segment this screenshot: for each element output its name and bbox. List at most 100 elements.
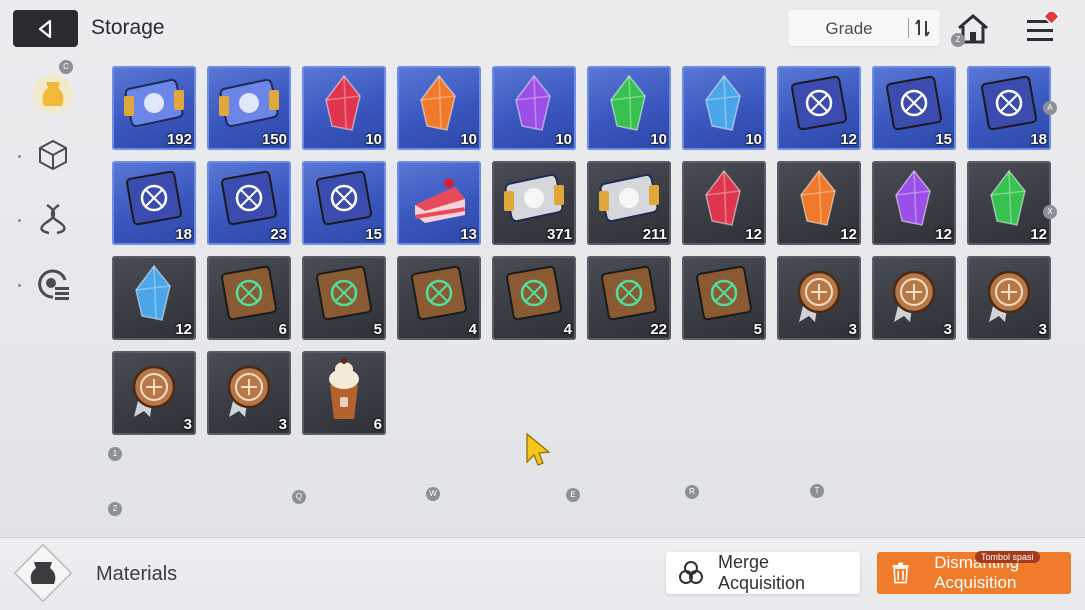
item-count: 12 [175,321,192,338]
purple-crystal-icon [515,74,551,131]
item-count: 18 [175,226,192,243]
item-slot[interactable]: 23 [207,161,291,245]
item-slot[interactable]: 13 [397,161,481,245]
home-hotkey-hint: Z [951,33,965,47]
item-count: 13 [460,226,477,243]
sidebar-item-module[interactable] [30,261,76,307]
item-slot[interactable]: 12 [112,256,196,340]
item-count: 10 [650,131,667,148]
item-slot[interactable]: 15 [872,66,956,150]
item-count: 22 [650,321,667,338]
silver-compass-ticket-icon [599,173,659,223]
cross-medal-icon [227,365,271,417]
sort-order-icon[interactable] [912,17,934,39]
item-slot[interactable]: 18 [967,66,1051,150]
green-shard-icon [990,169,1026,226]
item-slot[interactable]: 12 [872,161,956,245]
category-label: Materials [96,563,178,585]
item-slot[interactable]: 10 [682,66,766,150]
id-card-ticket-icon [124,78,184,128]
item-count: 12 [745,226,762,243]
item-count: 4 [468,321,477,338]
green-crystal-icon [610,74,646,131]
item-count: 3 [278,416,287,433]
item-slot[interactable]: 3 [872,256,956,340]
sort-divider [908,18,909,38]
item-slot[interactable]: 10 [397,66,481,150]
materials-category-icon [13,543,73,603]
item-count: 192 [166,131,192,148]
item-slot[interactable]: 12 [967,161,1051,245]
cyan-shard-icon [135,264,171,321]
merge-acquisition-button[interactable]: Merge Acquisition [666,552,860,594]
item-slot[interactable]: 4 [397,256,481,340]
item-slot[interactable]: 12 [777,66,861,150]
item-slot[interactable]: 192 [112,66,196,150]
space-key-hint: Tombol spasi [975,551,1040,563]
item-slot[interactable]: 15 [302,161,386,245]
frappe-icon [329,358,359,419]
hotkey-hint-t: T [810,484,824,498]
bronze-sword-book-icon [221,265,277,321]
red-crystal-icon [325,74,361,131]
compass-ticket-icon [219,78,279,128]
item-slot[interactable]: 12 [777,161,861,245]
item-count: 3 [943,321,952,338]
item-count: 10 [745,131,762,148]
sidebar-item-materials[interactable] [30,70,76,116]
sort-label: Grade [825,19,873,38]
sword-medal-icon [797,270,841,322]
item-count: 15 [935,131,952,148]
item-slot[interactable]: 5 [302,256,386,340]
item-count: 12 [935,226,952,243]
sidebar-item-gene[interactable] [30,196,76,242]
item-count: 211 [642,226,667,243]
bronze-cross-book-icon [696,265,752,321]
cyan-crystal-icon [705,74,741,131]
item-slot[interactable]: 3 [777,256,861,340]
item-slot[interactable]: 10 [302,66,386,150]
bronze-slash-book-icon [601,265,657,321]
item-slot[interactable]: 6 [207,256,291,340]
sidebar-item-cube[interactable] [30,132,76,178]
purple-shard-icon [895,169,931,226]
item-count: 6 [278,321,287,338]
hotkey-hint-r: R [685,485,699,499]
hotkey-hint-x: X [1043,205,1057,219]
cross-book-icon [316,170,372,226]
bronze-star-book-icon [506,265,562,321]
merge-label: Merge Acquisition [717,552,806,593]
item-slot[interactable]: 3 [112,351,196,435]
item-slot[interactable]: 22 [587,256,671,340]
hotkey-hint-2: 2 [108,502,122,516]
hotkey-hint-1: 1 [108,447,122,461]
item-count: 3 [848,321,857,338]
item-slot[interactable]: 18 [112,161,196,245]
item-slot[interactable]: 371 [492,161,576,245]
sidebar-dot [18,284,21,287]
item-slot[interactable]: 12 [682,161,766,245]
item-slot[interactable]: 5 [682,256,766,340]
item-count: 12 [1030,226,1047,243]
item-slot[interactable]: 150 [207,66,291,150]
item-slot[interactable]: 6 [302,351,386,435]
item-slot[interactable]: 211 [587,161,671,245]
trash-icon [892,562,909,584]
back-button[interactable] [13,10,78,47]
item-slot[interactable]: 4 [492,256,576,340]
item-slot[interactable]: 3 [967,256,1051,340]
sort-dropdown[interactable]: Grade [788,10,940,46]
item-slot[interactable]: 10 [587,66,671,150]
menu-icon[interactable] [1025,12,1065,46]
hotkey-hint-e: E [566,488,580,502]
item-slot[interactable]: 10 [492,66,576,150]
item-slot[interactable]: 3 [207,351,291,435]
item-count: 5 [753,321,762,338]
dismantle-acquisition-button[interactable]: Dismanting Acquisition [877,552,1071,594]
item-count: 3 [1038,321,1047,338]
item-count: 10 [555,131,572,148]
hotkey-hint-w: W [426,487,440,501]
item-count: 5 [373,321,382,338]
item-count: 3 [183,416,192,433]
dna-icon [40,203,66,235]
